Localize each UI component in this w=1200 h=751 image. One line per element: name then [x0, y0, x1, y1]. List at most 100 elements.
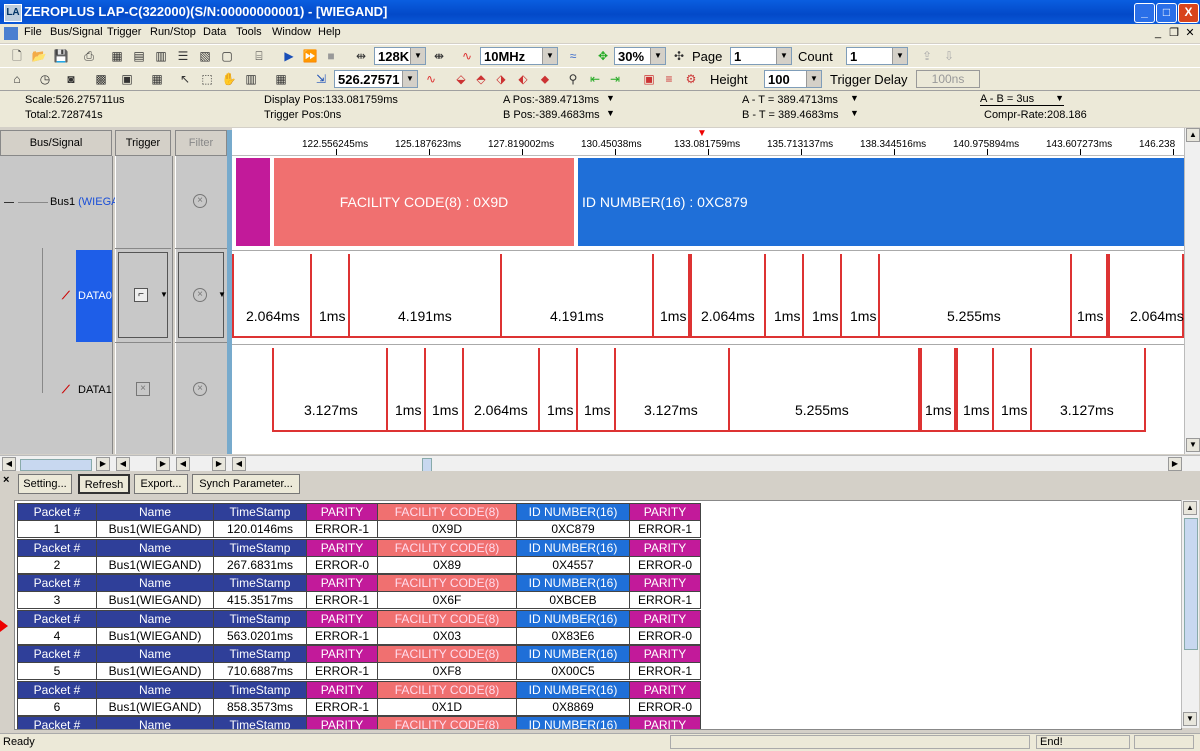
bus-signal-header[interactable]: Bus/Signal: [0, 130, 112, 156]
menu-window[interactable]: Window: [272, 26, 311, 38]
trigger-dropdown-icon[interactable]: ▼: [160, 290, 168, 299]
synch-parameter-button[interactable]: Synch Parameter...: [192, 474, 300, 494]
menu-tools[interactable]: Tools: [236, 26, 262, 38]
stop-icon[interactable]: ■: [322, 47, 340, 65]
filter-header[interactable]: Filter: [175, 130, 227, 156]
menu-help[interactable]: Help: [318, 26, 341, 38]
scroll-right-icon[interactable]: ▶: [212, 457, 226, 471]
frequency-select[interactable]: 10MHz ▼: [480, 47, 558, 65]
run-repeat-icon[interactable]: ⏩: [301, 47, 319, 65]
export-button[interactable]: Export...: [134, 474, 188, 494]
pointer-icon[interactable]: ↖: [176, 70, 194, 88]
scroll-down-icon[interactable]: ▼: [1186, 438, 1200, 452]
scale-input[interactable]: 526.27571 ▼: [334, 70, 418, 88]
binoculars-icon[interactable]: ⚲: [564, 70, 582, 88]
packet-icon[interactable]: ▧: [196, 47, 214, 65]
waveform-vscroll[interactable]: ▲ ▼: [1184, 128, 1200, 454]
scroll-right-icon[interactable]: ▶: [96, 457, 110, 471]
packet-record[interactable]: Packet # Name TimeStamp PARITY FACILITY CODE…: [17, 680, 701, 716]
open-folder-icon[interactable]: 📂: [30, 47, 48, 65]
waveform-grid-icon[interactable]: ▦: [272, 70, 290, 88]
scroll-left-icon[interactable]: ◀: [2, 457, 16, 471]
settings-icon[interactable]: ⚙: [682, 70, 700, 88]
list-icon[interactable]: ☰: [174, 47, 192, 65]
menu-file[interactable]: File: [24, 26, 42, 38]
table-icon[interactable]: ▥: [152, 47, 170, 65]
data0-label[interactable]: DATA0: [78, 290, 112, 302]
menu-trigger[interactable]: Trigger: [107, 26, 141, 38]
select-area-icon[interactable]: ⬚: [198, 70, 216, 88]
bus-grid-icon[interactable]: ▤: [130, 47, 148, 65]
cursor-e-icon[interactable]: ⬥: [536, 70, 554, 88]
waveform-view[interactable]: 122.556245ms 125.187623ms 127.819002ms 130.…: [232, 128, 1184, 454]
mdi-minimize-button[interactable]: _: [1150, 26, 1166, 40]
bus1-label[interactable]: Bus1 (WIEGA: [50, 196, 118, 208]
scroll-up-icon[interactable]: ▲: [1183, 501, 1197, 515]
trigger-delay-input[interactable]: 100ns: [916, 70, 980, 88]
cursor-d-icon[interactable]: ⬖: [514, 70, 532, 88]
scroll-up-icon[interactable]: ▲: [1186, 128, 1200, 142]
home-icon[interactable]: ⌂: [8, 70, 26, 88]
trigger-dontcare-icon[interactable]: ×: [136, 382, 150, 396]
packet-scroll-thumb[interactable]: [1184, 518, 1198, 650]
menu-run-stop[interactable]: Run/Stop: [150, 26, 196, 38]
cursor-a-icon[interactable]: ⬙: [452, 70, 470, 88]
filter-disabled-icon[interactable]: ×: [193, 382, 207, 396]
scroll-down-icon[interactable]: ▼: [1183, 712, 1197, 726]
clock-icon[interactable]: ◷: [36, 70, 54, 88]
cursor-b-icon[interactable]: ⬘: [472, 70, 490, 88]
b-pos-dropdown-icon[interactable]: ▼: [606, 108, 615, 118]
waveform-scroll-thumb[interactable]: [422, 458, 432, 472]
save-icon[interactable]: 💾: [52, 47, 70, 65]
mdi-close-button[interactable]: ✕: [1182, 26, 1198, 40]
minimize-button[interactable]: _: [1134, 3, 1155, 23]
a-t-dropdown-icon[interactable]: ▼: [850, 93, 859, 103]
collapse-bus-icon[interactable]: [4, 202, 14, 203]
filter-disabled-icon[interactable]: ×: [193, 288, 207, 302]
monitor-icon[interactable]: ◙: [62, 70, 80, 88]
page-select[interactable]: 1 ▼: [730, 47, 792, 65]
data1-label[interactable]: DATA1: [78, 384, 112, 396]
packet-record[interactable]: Packet # Name TimeStamp PARITY FACILITY CODE…: [17, 609, 701, 645]
device-icon[interactable]: ⌸: [250, 47, 268, 65]
packet-record[interactable]: Packet # Name TimeStamp PARITY FACILITY CODE…: [17, 645, 701, 680]
memory-select[interactable]: 128K ▼: [374, 47, 426, 65]
capture-icon[interactable]: ▣: [640, 70, 658, 88]
refresh-button[interactable]: Refresh: [78, 474, 130, 494]
maximize-button[interactable]: □: [1156, 3, 1177, 23]
scale-auto-icon[interactable]: ∿: [422, 70, 440, 88]
close-button[interactable]: X: [1178, 3, 1199, 23]
filter-disabled-icon[interactable]: ×: [193, 194, 207, 208]
b-t-dropdown-icon[interactable]: ▼: [850, 108, 859, 118]
zoom-select[interactable]: 30% ▼: [614, 47, 666, 65]
menu-data[interactable]: Data: [203, 26, 226, 38]
close-panel-icon[interactable]: ×: [3, 474, 9, 486]
run-icon[interactable]: ▶: [280, 47, 298, 65]
setting-button[interactable]: Setting...: [18, 474, 72, 494]
time-ruler[interactable]: 122.556245ms 125.187623ms 127.819002ms 130.…: [232, 128, 1184, 156]
memory-expand-icon[interactable]: ⇼: [430, 47, 448, 65]
bus-icon[interactable]: ≡: [660, 70, 678, 88]
scroll-right-icon[interactable]: ▶: [1168, 457, 1182, 471]
hand-icon[interactable]: ✋: [220, 70, 238, 88]
packet-record[interactable]: Packet # Name TimeStamp PARITY FACILITY CODE…: [17, 538, 701, 574]
scroll-left-icon[interactable]: ◀: [176, 457, 190, 471]
search-prev-icon[interactable]: ⇤: [586, 70, 604, 88]
search-next-icon[interactable]: ⇥: [606, 70, 624, 88]
packet-record[interactable]: Packet # Name TimeStamp PARITY FACILITY CODE…: [17, 716, 701, 729]
cursor-c-icon[interactable]: ⬗: [492, 70, 510, 88]
channel-grid-icon[interactable]: ▦: [108, 47, 126, 65]
trigger-header[interactable]: Trigger: [115, 130, 171, 156]
grid-color-icon[interactable]: ▦: [148, 70, 166, 88]
board-icon[interactable]: ▣: [118, 70, 136, 88]
menu-bus-signal[interactable]: Bus/Signal: [50, 26, 103, 38]
packet-list[interactable]: Packet # Name TimeStamp PARITY FACILITY CODE…: [14, 500, 1182, 730]
print-icon[interactable]: ⎙: [80, 47, 98, 65]
scroll-left-icon[interactable]: ◀: [232, 457, 246, 471]
frequency-auto-icon[interactable]: ≈: [564, 47, 582, 65]
scroll-left-icon[interactable]: ◀: [116, 457, 130, 471]
a-b-select[interactable]: A - B = 3us ▼: [980, 93, 1064, 106]
height-select[interactable]: 100 ▼: [764, 70, 822, 88]
zoom-fit-icon[interactable]: ✥: [594, 47, 612, 65]
page-nav-icon[interactable]: ✣: [670, 47, 688, 65]
